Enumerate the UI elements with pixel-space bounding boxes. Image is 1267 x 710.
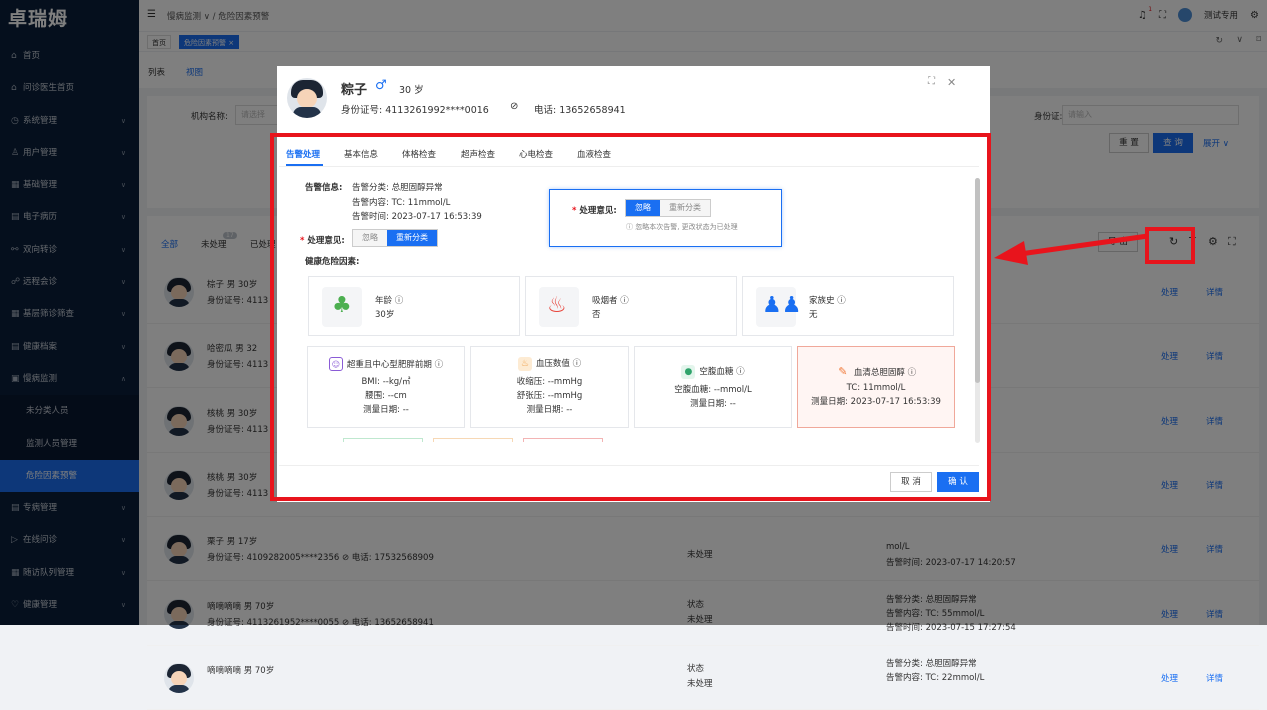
patient-id: 身份证号: 4113261992****0016 xyxy=(341,105,489,116)
factor-card-smoker: ♨ 吸烟者 ⓘ 否 xyxy=(525,276,737,336)
factor-value: 否 xyxy=(592,310,601,320)
row-alert-category: 告警分类: 总胆固醇异常 xyxy=(886,658,977,669)
metric-line: 测量日期: -- xyxy=(690,399,736,409)
detail-button[interactable]: 详情 xyxy=(1206,672,1223,684)
drop-icon: ● xyxy=(681,365,696,379)
alert-category: 告警分类: 总胆固醇异常 xyxy=(352,183,443,193)
row-alert-content: 告警内容: TC: 22mmol/L xyxy=(886,672,985,683)
cancel-button[interactable]: 取 消 xyxy=(890,472,932,492)
modal-tab[interactable]: 基本信息 xyxy=(344,148,378,160)
modal-tab[interactable]: 心电检查 xyxy=(519,148,553,160)
metric-line: 测量日期: -- xyxy=(526,405,573,415)
metric-line: 测量日期: 2023-07-17 16:53:39 xyxy=(811,397,941,407)
thermometer-icon: ♨ xyxy=(517,357,532,371)
factor-title: 年龄 ⓘ xyxy=(375,296,404,306)
alert-content: 告警内容: TC: 11mmol/L xyxy=(352,198,451,208)
ignore-option[interactable]: 忽略 xyxy=(353,230,387,246)
modal-tab[interactable]: 告警处理 xyxy=(286,148,320,160)
tabs-divider xyxy=(279,166,979,167)
metric-title-text: 血清总胆固醇 ⓘ xyxy=(853,368,917,378)
popover-opinion-text: 处理意见: xyxy=(579,206,617,216)
metric-line: 收缩压: --mmHg xyxy=(516,377,583,387)
metric-card-bp: ♨ 血压数值 ⓘ 收缩压: --mmHg 舒张压: --mmHg 测量日期: -- xyxy=(470,346,629,428)
metric-title: ♨ 血压数值 ⓘ xyxy=(471,357,628,371)
factor-value: 无 xyxy=(809,310,818,320)
patient-name: 粽子 xyxy=(341,83,368,98)
metric-title-text: 血压数值 ⓘ xyxy=(535,359,582,369)
metric-title: ☺ 超重且中心型肥胖前期 ⓘ xyxy=(308,357,464,371)
maximize-icon[interactable]: ⛶ xyxy=(928,76,935,87)
avatar xyxy=(164,662,194,693)
factor-title: 家族史 ⓘ xyxy=(809,296,846,306)
male-icon: ♂ xyxy=(375,78,387,93)
metric-card-bmi: ☺ 超重且中心型肥胖前期 ⓘ BMI: --kg/㎡ 腰围: --cm 测量日期:… xyxy=(307,346,465,428)
metric-line: 腰围: --cm xyxy=(365,391,407,401)
metric-card-cholesterol: ✎ 血清总胆固醇 ⓘ TC: 11mmol/L 测量日期: 2023-07-17 … xyxy=(797,346,955,428)
factor-card-age: ♣ 年龄 ⓘ 30岁 xyxy=(308,276,520,336)
metric-line: 舒张压: --mmHg xyxy=(516,391,583,401)
annotation-arrow xyxy=(994,233,1149,265)
opinion-toggle[interactable]: 忽略 重新分类 xyxy=(352,229,438,247)
metric-line: 空腹血糖: --mmol/L xyxy=(674,385,752,395)
metric-line: BMI: --kg/㎡ xyxy=(361,377,411,387)
patient-avatar xyxy=(287,78,327,118)
scale-icon: ☺ xyxy=(328,357,343,371)
family-icon: ♟♟ xyxy=(756,287,801,327)
factor-card-family: ♟♟ 家族史 ⓘ 无 xyxy=(742,276,954,336)
sprout-icon: ♣ xyxy=(322,287,362,327)
metric-card-glucose: ● 空腹血糖 ⓘ 空腹血糖: --mmol/L 测量日期: -- xyxy=(634,346,792,428)
footer-divider xyxy=(279,465,979,466)
next-card-edge xyxy=(523,438,603,442)
opinion-label: * 处理意见: xyxy=(300,236,345,246)
popover-ignore-option[interactable]: 忽略 xyxy=(626,200,660,216)
confirm-button[interactable]: 确 认 xyxy=(937,472,979,492)
metric-title-text: 超重且中心型肥胖前期 ⓘ xyxy=(346,360,444,370)
patient-phone: 电话: 13652658941 xyxy=(534,105,626,116)
factor-title: 吸烟者 ⓘ xyxy=(592,296,629,306)
smoking-icon: ♨ xyxy=(539,287,579,327)
modal-tab[interactable]: 体格检查 xyxy=(402,148,436,160)
next-card-edge xyxy=(343,438,423,442)
risk-factors-label: 健康危险因素: xyxy=(305,257,360,267)
popover-opinion-label: * 处理意见: xyxy=(572,206,617,216)
patient-age: 30 岁 xyxy=(399,85,424,96)
popover-reclassify-option[interactable]: 重新分类 xyxy=(660,200,710,216)
metric-title: ● 空腹血糖 ⓘ xyxy=(635,365,791,379)
table-row: 嘀嘀嘀嘀 男 70岁 状态未处理 告警分类: 总胆固醇异常 告警内容: TC: 22m… xyxy=(147,646,1259,710)
popover-tip: ⓘ 忽略本次告警, 更改状态为已处理 xyxy=(626,223,738,231)
factor-value: 30岁 xyxy=(375,310,395,320)
alert-time: 告警时间: 2023-07-17 16:53:39 xyxy=(352,212,482,222)
modal-tab[interactable]: 血液检查 xyxy=(577,148,611,160)
modal-tab[interactable]: 超声检查 xyxy=(461,148,495,160)
opinion-popover: * 处理意见: 忽略 重新分类 ⓘ 忽略本次告警, 更改状态为已处理 xyxy=(549,189,782,247)
row-name: 嘀嘀嘀嘀 男 70岁 xyxy=(207,665,275,676)
metric-line: 测量日期: -- xyxy=(363,405,409,415)
leaf-icon: ✎ xyxy=(838,365,848,378)
eye-off-icon[interactable]: ⊘ xyxy=(510,101,518,112)
modal-scrollbar[interactable] xyxy=(975,178,980,443)
reclassify-option[interactable]: 重新分类 xyxy=(387,230,437,246)
opinion-label-text: 处理意见: xyxy=(307,236,345,246)
metric-title-text: 空腹血糖 ⓘ xyxy=(699,367,745,377)
next-card-edge xyxy=(433,438,513,442)
close-icon[interactable]: ✕ xyxy=(947,76,956,89)
metric-title: ✎ 血清总胆固醇 ⓘ xyxy=(798,365,954,379)
popover-toggle[interactable]: 忽略 重新分类 xyxy=(625,199,711,217)
metric-line: TC: 11mmol/L xyxy=(846,383,906,393)
row-status-label: 状态 xyxy=(687,663,705,674)
row-status: 未处理 xyxy=(687,678,713,689)
handle-button[interactable]: 处理 xyxy=(1161,672,1178,684)
alert-info-label: 告警信息: xyxy=(305,183,343,193)
